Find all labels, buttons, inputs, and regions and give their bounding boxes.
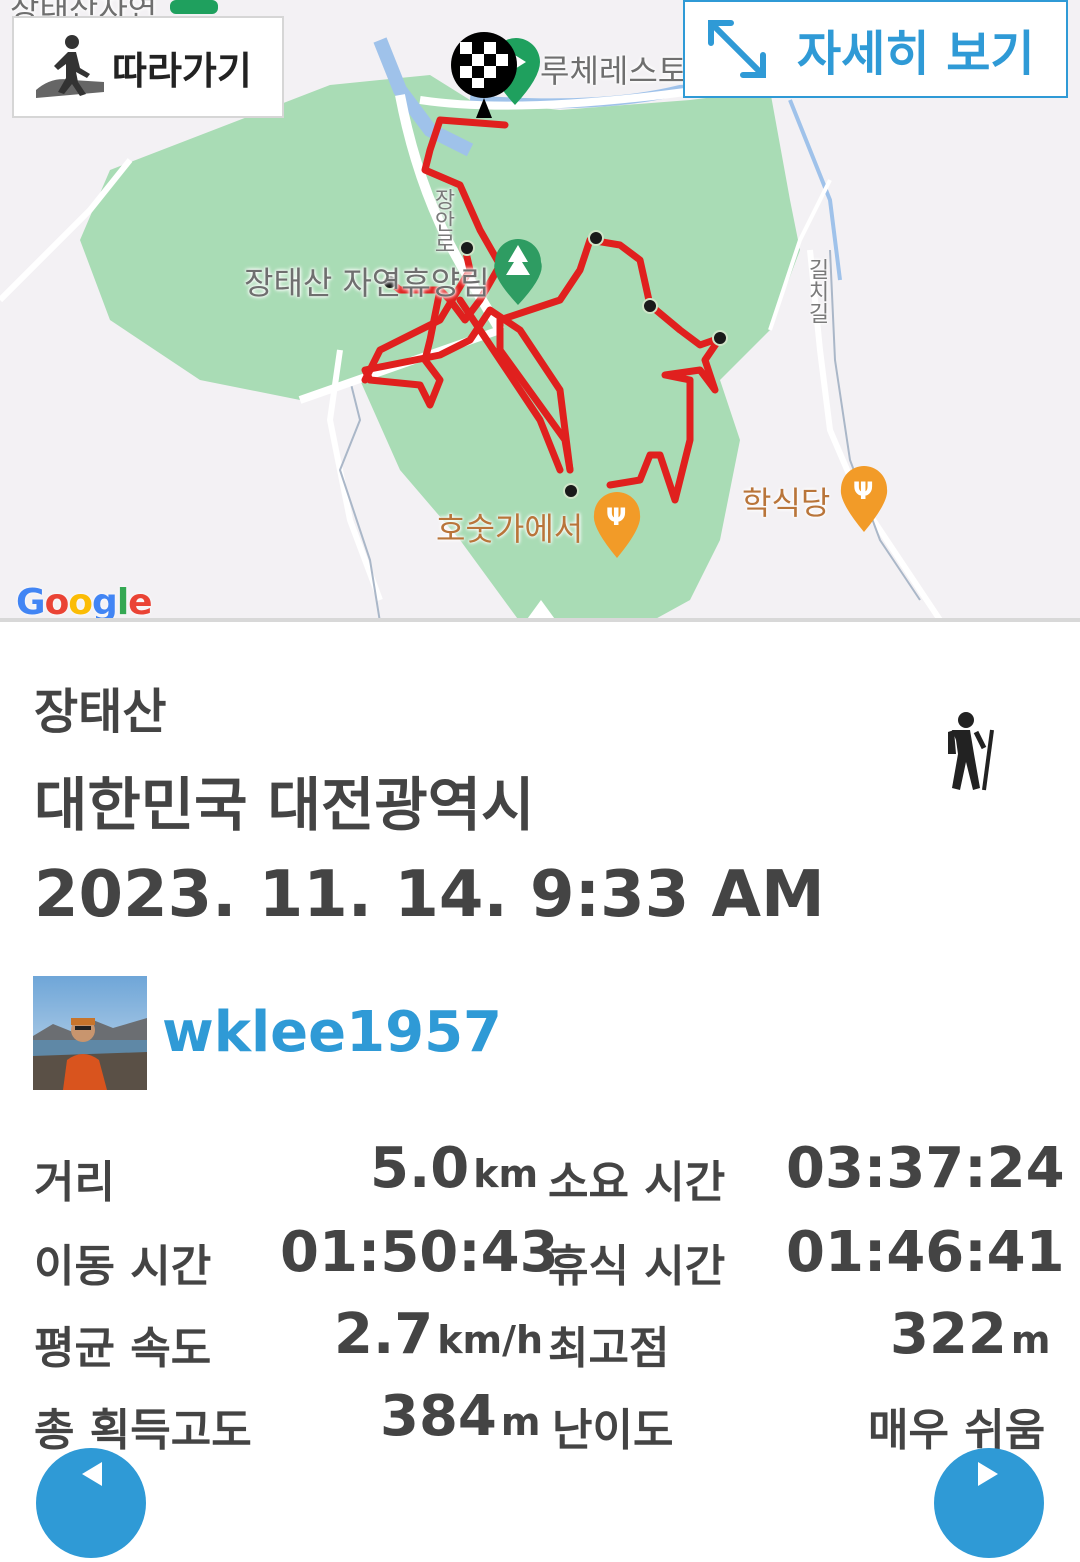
- avg-speed-label: 평균 속도: [34, 1323, 212, 1374]
- distance-value: 5.0 km: [370, 1136, 539, 1201]
- moving-time-label: 이동 시간: [34, 1241, 212, 1292]
- hiking-icon: [948, 712, 994, 791]
- chevron-right-icon: [978, 1462, 998, 1486]
- expand-icon: [708, 20, 766, 78]
- svg-text:Ψ: Ψ: [606, 503, 626, 531]
- difficulty-label: 난이도: [552, 1405, 674, 1456]
- previous-button[interactable]: [36, 1448, 146, 1558]
- map-label-forest: 장태산 자연휴양림: [244, 264, 490, 302]
- google-logo: Google: [16, 582, 153, 622]
- map-divider: [0, 618, 1080, 622]
- max-elevation-label: 최고점: [548, 1323, 670, 1374]
- map-label-restaurant-left: 호숫가에서: [436, 510, 584, 548]
- total-time-label: 소요 시간: [548, 1157, 726, 1208]
- total-time-value: 03:37:24: [786, 1136, 1065, 1201]
- map-label-restaurant-top: 루체레스토: [540, 52, 688, 90]
- moving-time-value: 01:50:43: [280, 1220, 559, 1285]
- chevron-left-icon: [82, 1462, 102, 1486]
- view-details-button[interactable]: 자세히 보기: [683, 0, 1068, 98]
- route-map[interactable]: Ψ Ψ 장태산자연 루체레스토 장태산 자연휴양림 장안로 길치길 호숫가에서 …: [0, 0, 1080, 622]
- rest-time-label: 휴식 시간: [548, 1241, 726, 1292]
- rest-time-value: 01:46:41: [786, 1220, 1065, 1285]
- svg-text:Ψ: Ψ: [853, 477, 873, 505]
- follow-button[interactable]: 따라가기: [12, 16, 284, 118]
- walking-person-icon: [36, 35, 104, 98]
- next-button[interactable]: [934, 1448, 1044, 1558]
- map-label-road-left: 장안로: [430, 188, 455, 254]
- view-details-label: 자세히 보기: [797, 26, 1035, 82]
- map-label-restaurant-right: 학식당: [742, 484, 831, 522]
- follow-label: 따라가기: [112, 48, 252, 93]
- trail-region: 대한민국 대전광역시: [34, 771, 535, 839]
- max-elevation-value: 322 m: [890, 1302, 1051, 1367]
- map-label-road-right: 길치길: [804, 258, 829, 324]
- trail-datetime: 2023. 11. 14. 9:33 AM: [34, 858, 825, 932]
- username-link[interactable]: wklee1957: [162, 1000, 502, 1065]
- avg-speed-value: 2.7 km/h: [334, 1302, 544, 1367]
- user-avatar[interactable]: [33, 976, 147, 1090]
- trail-name: 장태산: [34, 684, 167, 740]
- distance-label: 거리: [34, 1157, 115, 1208]
- total-ascent-value: 384 m: [380, 1384, 541, 1449]
